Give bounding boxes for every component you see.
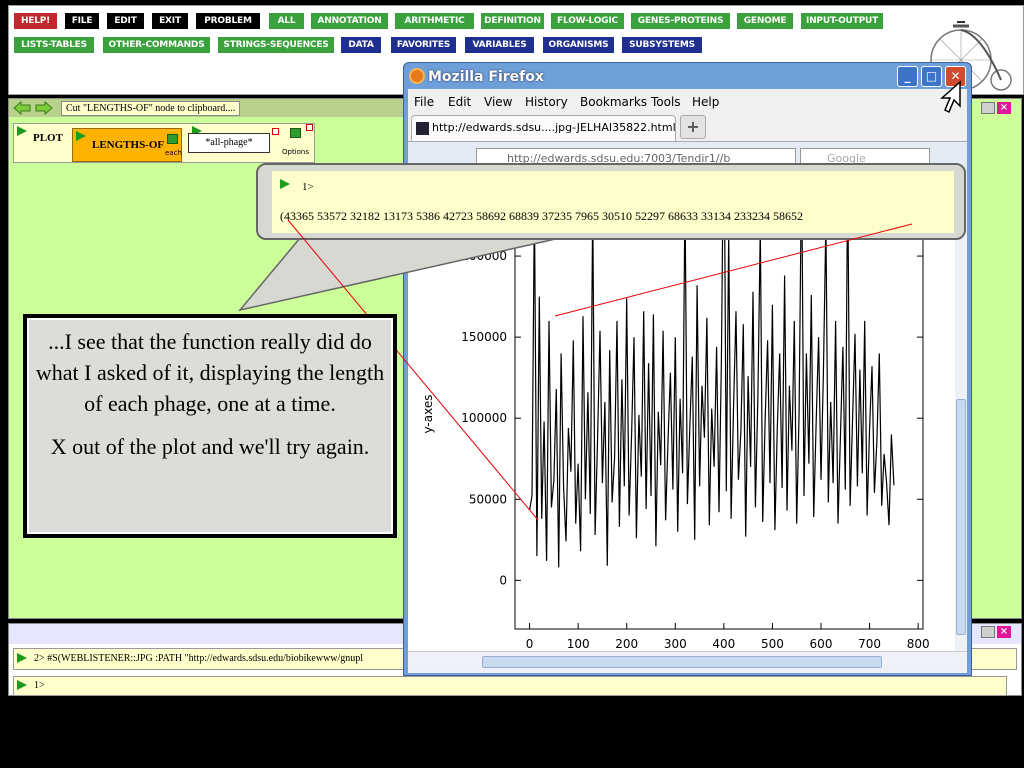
caption-box: ...I see that the function really did do… — [23, 314, 397, 538]
caption-paragraph-1: ...I see that the function really did do… — [35, 329, 385, 416]
caption-inner: ...I see that the function really did do… — [27, 318, 393, 534]
caption-paragraph-2: X out of the plot and we'll try again. — [50, 434, 370, 459]
mouse-cursor-icon — [940, 80, 961, 114]
screen: { "menu": { "row1": [ {"label": "HELP!",… — [0, 0, 1024, 768]
annotation-line-peak — [554, 223, 913, 317]
